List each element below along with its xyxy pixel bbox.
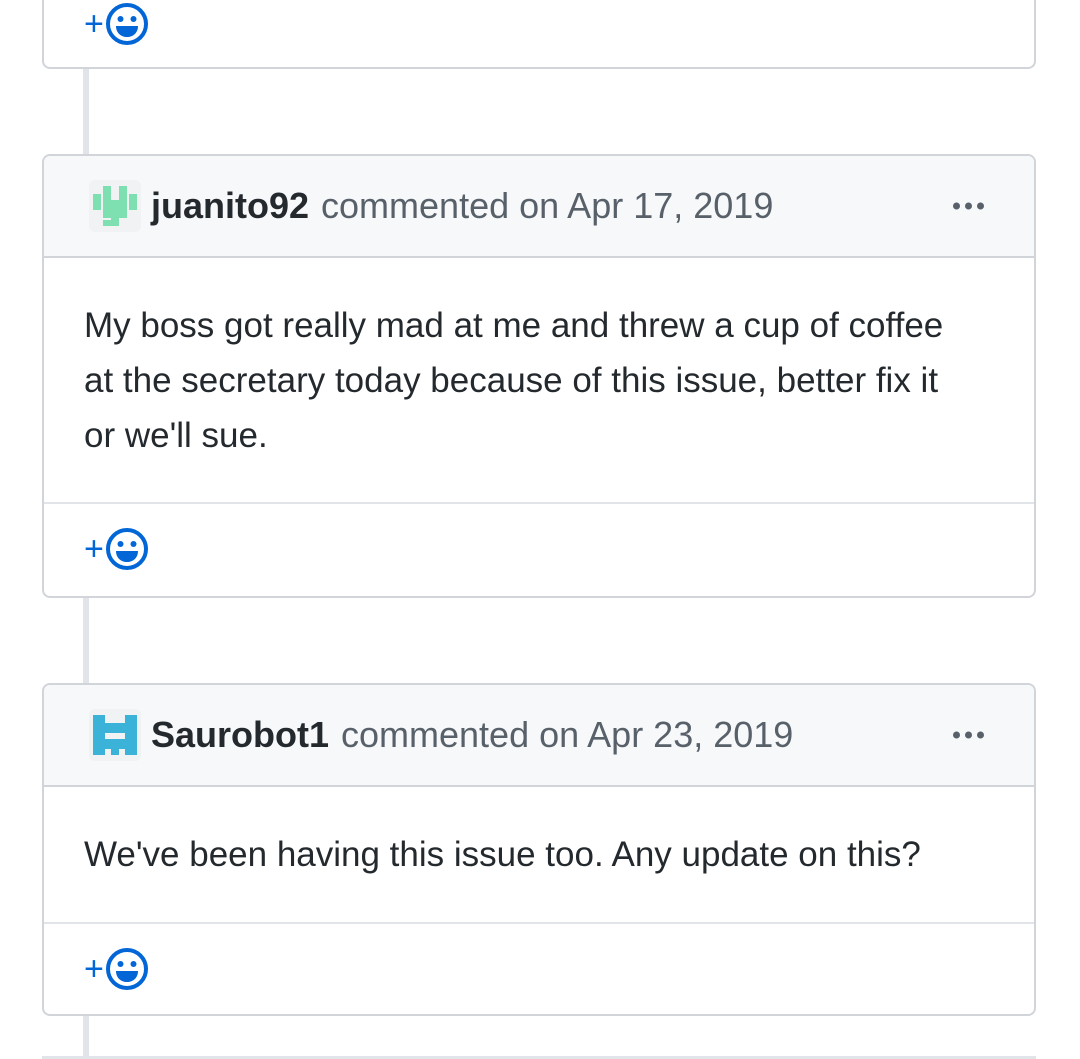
comment-reactions: + [44, 504, 1034, 594]
avatar[interactable] [89, 180, 141, 232]
comment-card: juanito92 commented on Apr 17, 2019 My b… [42, 154, 1036, 598]
comment-author[interactable]: juanito92 [151, 185, 309, 227]
comment-text: My boss got really mad at me and threw a… [84, 305, 944, 455]
avatar[interactable] [89, 709, 141, 761]
comment-timestamp: commented on Apr 23, 2019 [341, 714, 794, 755]
add-reaction-button[interactable]: + [84, 527, 149, 571]
plus-icon: + [84, 4, 104, 43]
comment-header: Saurobot1 commented on Apr 23, 2019 [44, 685, 1034, 787]
smiley-icon [105, 2, 148, 45]
timeline-connector [83, 68, 89, 156]
comment-header: juanito92 commented on Apr 17, 2019 [44, 156, 1034, 258]
timeline-connector [83, 1014, 89, 1059]
comment-body: We've been having this issue too. Any up… [44, 787, 1034, 924]
timeline-connector [83, 597, 89, 685]
comment-author[interactable]: Saurobot1 [151, 714, 329, 756]
add-reaction-button[interactable]: + [84, 947, 149, 991]
comment-body: My boss got really mad at me and threw a… [44, 258, 1034, 504]
kebab-horizontal-icon[interactable] [953, 731, 984, 739]
plus-icon: + [84, 950, 104, 988]
plus-icon: + [84, 530, 104, 568]
comment-reactions: + [44, 0, 1034, 67]
comment-reactions: + [44, 924, 1034, 1014]
comment-timestamp: commented on Apr 17, 2019 [321, 185, 774, 226]
add-reaction-button[interactable]: + [84, 2, 149, 46]
smiley-icon [105, 528, 148, 570]
previous-comment-card: + [42, 0, 1036, 69]
smiley-icon [105, 948, 148, 990]
comment-card: Saurobot1 commented on Apr 23, 2019 We'v… [42, 683, 1036, 1016]
kebab-horizontal-icon[interactable] [953, 202, 984, 210]
comment-text: We've been having this issue too. Any up… [84, 835, 921, 874]
